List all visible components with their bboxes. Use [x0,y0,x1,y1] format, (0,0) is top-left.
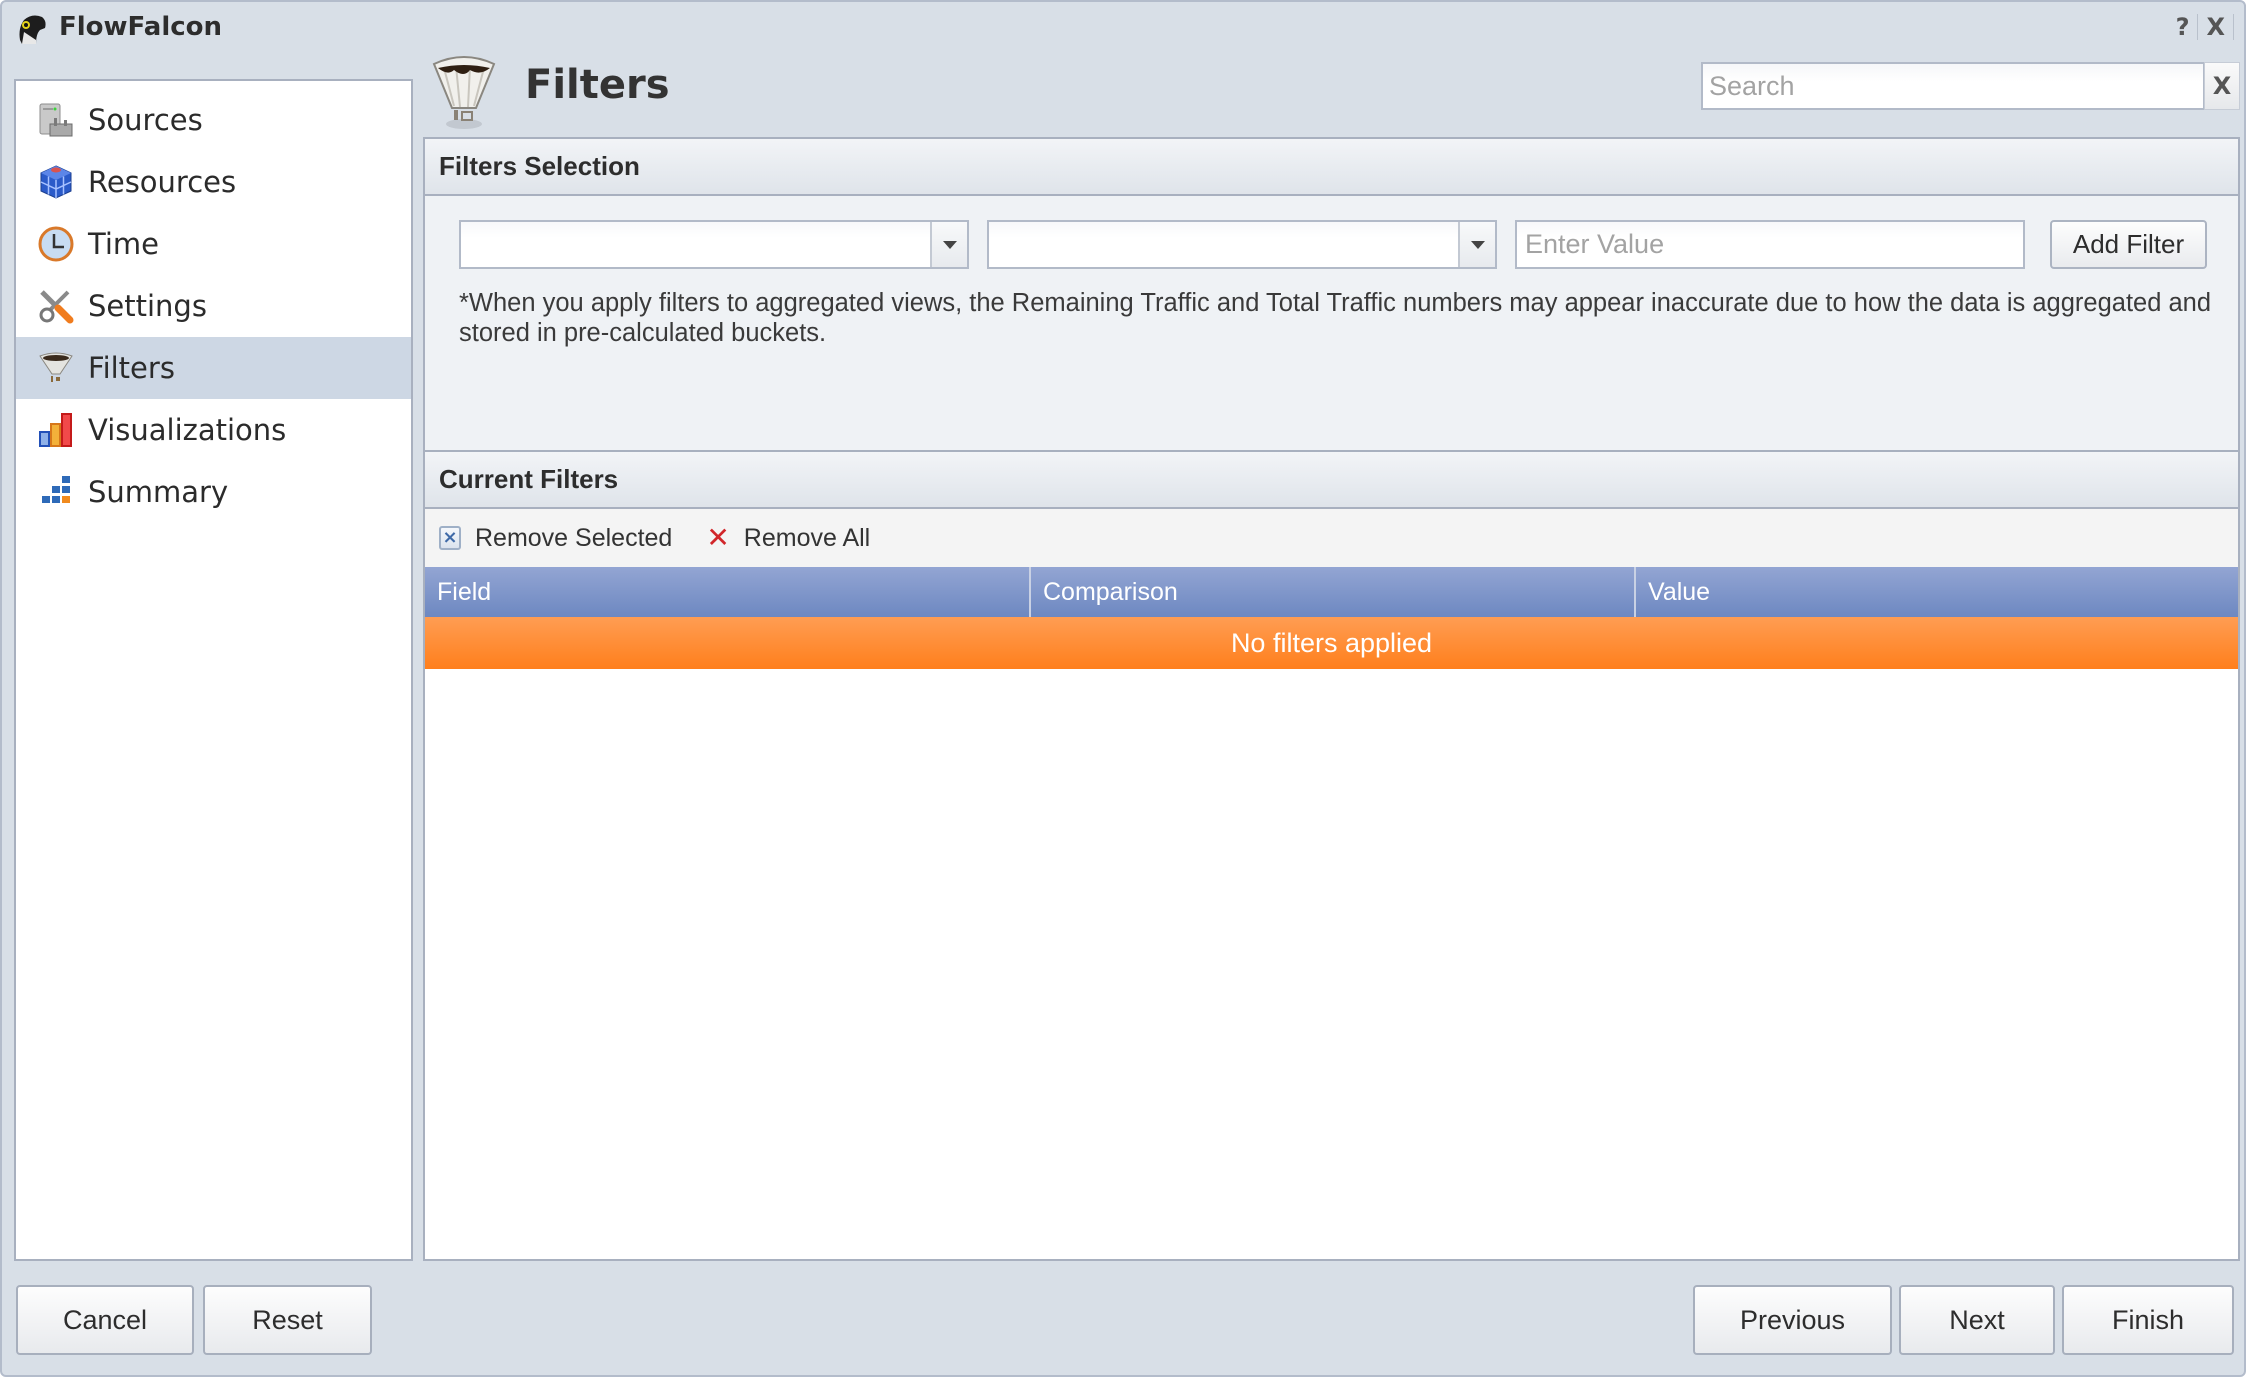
sidebar-item-label: Visualizations [88,413,287,447]
field-dropdown-button[interactable] [930,222,967,267]
column-header-comparison[interactable]: Comparison [1031,567,1636,617]
filters-selection-header: Filters Selection [425,139,2238,196]
remove-all-x-icon: ✕ [706,521,730,554]
sidebar-item-filters[interactable]: Filters [16,337,411,399]
window-controls: ? X [2168,12,2234,42]
sidebar-item-sources[interactable]: Sources [16,89,411,151]
cancel-button[interactable]: Cancel [16,1285,194,1355]
column-header-field[interactable]: Field [425,567,1031,617]
help-button[interactable]: ? [2168,13,2198,41]
sidebar-item-visualizations[interactable]: Visualizations [16,399,411,461]
sidebar-nav: Sources Resources Time Settings Filters … [14,79,413,1261]
funnel-icon [432,56,496,129]
chevron-down-icon [942,240,957,249]
sidebar-item-label: Settings [88,289,207,323]
finish-button[interactable]: Finish [2062,1285,2234,1355]
app-title: FlowFalcon [59,12,223,42]
column-header-value[interactable]: Value [1636,567,2238,617]
flowfalcon-window: FlowFalcon ? X Sources Resources Time Se… [0,0,2246,1377]
chevron-down-icon [1470,240,1485,249]
server-icon [39,103,73,137]
current-filters-toolbar: × Remove Selected ✕ Remove All [425,509,2238,567]
remove-selected-label: Remove Selected [475,523,673,552]
search-input[interactable] [1701,62,2205,110]
title-bar: FlowFalcon ? X [2,2,2244,52]
falcon-logo-icon [19,15,46,44]
aggregation-note: *When you apply filters to aggregated vi… [459,289,2212,347]
bar-chart-icon [39,413,72,447]
sidebar-item-label: Sources [88,103,203,137]
remove-all-label: Remove All [743,523,871,552]
filters-panel: Filters Selection Add Filter *When you a… [423,137,2240,1261]
field-combobox[interactable] [459,220,969,269]
control-divider [2233,14,2234,40]
filters-selection-body: Add Filter *When you apply filters to ag… [425,196,2238,452]
sidebar-item-summary[interactable]: Summary [16,461,411,523]
cube-icon [40,165,72,199]
previous-button[interactable]: Previous [1693,1285,1892,1355]
clock-icon [38,226,74,262]
sidebar-item-label: Time [88,227,159,261]
funnel-icon [39,352,73,382]
search-clear-button[interactable]: X [2204,62,2240,110]
page-title: Filters [525,62,670,108]
add-filter-button[interactable]: Add Filter [2050,220,2207,269]
comparison-combobox[interactable] [987,220,1497,269]
next-button[interactable]: Next [1899,1285,2055,1355]
filters-grid-header: Field Comparison Value [425,567,2238,617]
remove-selected-icon: × [439,526,461,550]
sidebar-item-label: Filters [88,351,175,385]
current-filters-header: Current Filters [425,452,2238,509]
summary-blocks-icon [42,476,70,503]
remove-all-button[interactable]: ✕ Remove All [706,524,870,553]
sidebar-item-label: Resources [88,165,237,199]
comparison-dropdown-button[interactable] [1458,222,1495,267]
close-window-button[interactable]: X [2198,13,2233,41]
tools-icon [39,290,74,324]
remove-selected-button[interactable]: × Remove Selected [439,524,672,553]
sidebar-item-time[interactable]: Time [16,213,411,275]
filter-value-input[interactable] [1515,220,2025,269]
reset-button[interactable]: Reset [203,1285,372,1355]
empty-grid-message: No filters applied [425,617,2238,669]
sidebar-item-resources[interactable]: Resources [16,151,411,213]
sidebar-item-settings[interactable]: Settings [16,275,411,337]
sidebar-item-label: Summary [88,475,229,509]
